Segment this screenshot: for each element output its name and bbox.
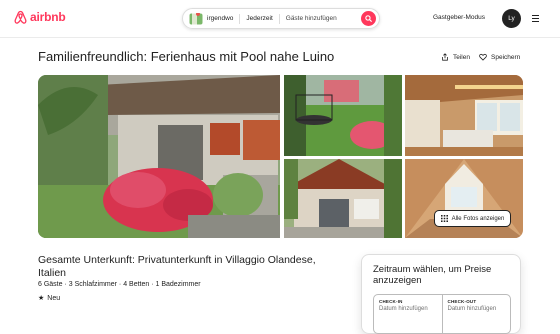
share-icon	[442, 53, 448, 61]
photo-main-house-garden[interactable]	[38, 75, 280, 238]
save-button[interactable]: Speichern	[479, 53, 520, 61]
show-all-photos-button[interactable]: Alle Fotos anzeigen	[434, 210, 511, 227]
search-time[interactable]: Jederzeit	[240, 9, 278, 28]
photo-house-terrace[interactable]	[284, 159, 402, 238]
listing-details: 6 Gäste · 3 Schlafzimmer · 4 Betten · 1 …	[38, 281, 201, 288]
photo-living-room[interactable]	[405, 75, 523, 156]
date-picker[interactable]: CHECK-IN Datum hinzufügen CHECK-OUT Datu…	[373, 294, 511, 334]
photo-garden-trampoline[interactable]	[284, 75, 402, 156]
new-badge: ★ Neu	[38, 294, 61, 303]
grid-icon	[440, 215, 448, 222]
booking-card-title: Zeitraum wählen, um Preise anzuzeigen	[373, 264, 492, 286]
map-icon	[189, 12, 203, 24]
page-title: Familienfreundlich: Ferienhaus mit Pool …	[38, 49, 335, 64]
airbnb-logo[interactable]: airbnb	[14, 10, 66, 24]
checkin-field[interactable]: CHECK-IN Datum hinzufügen	[374, 295, 442, 333]
heart-icon	[479, 53, 487, 61]
search-bar[interactable]: irgendwo Jederzeit Gäste hinzufügen	[182, 8, 380, 29]
avatar[interactable]: Ly	[502, 9, 521, 28]
booking-card: Zeitraum wählen, um Preise anzuzeigen CH…	[361, 254, 521, 334]
logo-text: airbnb	[30, 10, 66, 24]
search-button[interactable]	[361, 11, 376, 26]
search-location[interactable]: irgendwo	[183, 9, 239, 28]
menu-icon[interactable]	[529, 12, 542, 25]
star-icon: ★	[38, 295, 45, 302]
checkout-field[interactable]: CHECK-OUT Datum hinzufügen	[441, 295, 511, 333]
search-icon	[365, 15, 372, 22]
search-guests[interactable]: Gäste hinzufügen	[280, 9, 343, 28]
listing-subtitle: Gesamte Unterkunft: Privatunterkunft in …	[38, 254, 316, 279]
host-mode-link[interactable]: Gastgeber-Modus	[433, 14, 485, 21]
top-navigation-bar: airbnb irgendwo Jederzeit Gäste hinzufüg…	[0, 0, 560, 38]
share-button[interactable]: Teilen	[441, 53, 470, 61]
airbnb-logo-icon	[14, 10, 27, 24]
